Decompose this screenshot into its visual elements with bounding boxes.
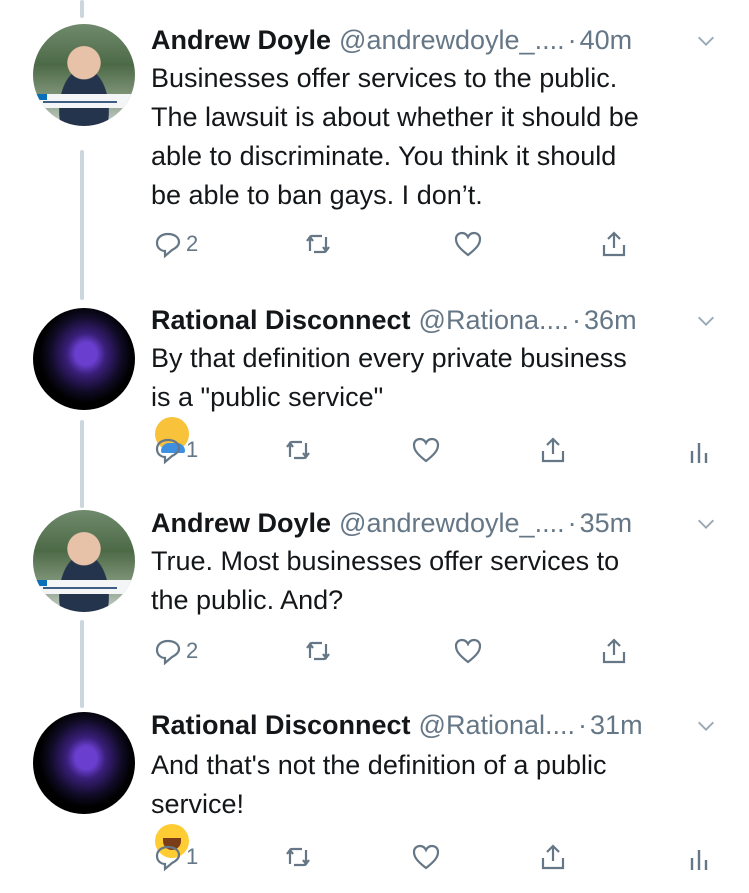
share-icon	[602, 638, 626, 664]
heart-icon	[412, 844, 440, 870]
tweet-text-fragment: service!	[151, 789, 245, 819]
tweet-text-line: And that's not the definition of a publi…	[151, 750, 607, 780]
share-icon	[602, 231, 626, 257]
reply-count: 2	[186, 231, 199, 256]
author-name[interactable]: Rational Disconnect	[151, 705, 411, 745]
tweet-text-line: be able to ban gays. I don’t.	[151, 180, 483, 210]
tweet[interactable]: Andrew Doyle @andrewdoyle_.... · 40m Bus…	[0, 0, 749, 285]
chevron-down-icon[interactable]	[695, 715, 717, 737]
separator-dot: ·	[578, 710, 588, 740]
reply-button[interactable]: 2	[153, 631, 198, 671]
tweet[interactable]: Andrew Doyle @andrewdoyle_.... · 35m Tru…	[0, 490, 749, 690]
share-button[interactable]	[599, 631, 629, 671]
retweet-button[interactable]	[303, 631, 333, 671]
timestamp[interactable]: 36m	[584, 300, 637, 340]
tweet-text-line: By that definition every private busines…	[151, 343, 627, 373]
author-handle[interactable]: @Rational....	[419, 705, 575, 745]
heart-icon	[412, 437, 440, 463]
author-name[interactable]: Andrew Doyle	[151, 503, 331, 543]
tweet-text-line: the public. And?	[151, 585, 344, 615]
reply-button[interactable]: 1	[153, 430, 198, 470]
reply-button[interactable]: 2	[153, 224, 198, 264]
share-button[interactable]	[599, 224, 629, 264]
tweet[interactable]: Rational Disconnect @Rational.... · 31m …	[0, 692, 749, 893]
timestamp[interactable]: 40m	[580, 20, 633, 60]
avatar[interactable]	[33, 712, 135, 814]
author-name[interactable]: Andrew Doyle	[151, 20, 331, 60]
retweet-icon	[286, 847, 310, 867]
share-button[interactable]	[538, 837, 568, 877]
chevron-down-icon[interactable]	[695, 513, 717, 535]
analytics-button[interactable]	[686, 430, 716, 470]
separator-dot: ·	[567, 25, 577, 55]
tweet[interactable]: Rational Disconnect @Rationa.... · 36m B…	[0, 290, 749, 490]
author-handle[interactable]: @andrewdoyle_....	[339, 503, 565, 543]
author-handle[interactable]: @andrewdoyle_....	[339, 20, 565, 60]
reply-icon	[155, 232, 181, 259]
tweet-text-line: able to discriminate. You think it shoul…	[151, 141, 617, 171]
retweet-icon	[306, 641, 330, 661]
retweet-button[interactable]	[283, 837, 313, 877]
timestamp[interactable]: 35m	[580, 503, 633, 543]
chevron-down-icon[interactable]	[695, 30, 717, 52]
tweet-actions: 2	[0, 224, 749, 264]
like-button[interactable]	[453, 224, 483, 264]
analytics-button[interactable]	[686, 837, 716, 877]
chevron-down-icon[interactable]	[695, 310, 717, 332]
tweet-actions: 2	[0, 631, 749, 671]
retweet-button[interactable]	[303, 224, 333, 264]
like-button[interactable]	[453, 631, 483, 671]
like-button[interactable]	[411, 430, 441, 470]
tweet-text: True. Most businesses offer services to …	[151, 542, 619, 620]
reply-icon	[155, 639, 181, 666]
reply-button[interactable]: 1	[153, 837, 198, 877]
avatar[interactable]	[33, 308, 135, 410]
avatar[interactable]	[33, 510, 135, 612]
author-name[interactable]: Rational Disconnect	[151, 300, 411, 340]
tweet-text-line: True. Most businesses offer services to	[151, 546, 620, 576]
author-handle[interactable]: @Rationa....	[419, 300, 569, 340]
analytics-icon	[690, 443, 708, 463]
heart-icon	[454, 231, 482, 257]
reply-count: 2	[186, 638, 199, 663]
reply-icon	[155, 438, 181, 465]
like-button[interactable]	[411, 837, 441, 877]
separator-dot: ·	[567, 508, 577, 538]
tweet-actions: 1	[0, 430, 749, 470]
tweet-text-line: Businesses offer services to the public.	[151, 63, 618, 93]
share-icon	[541, 437, 565, 463]
tweet-actions: 1	[0, 837, 749, 877]
retweet-button[interactable]	[283, 430, 313, 470]
avatar[interactable]	[33, 24, 135, 126]
separator-dot: ·	[572, 305, 582, 335]
reply-icon	[155, 845, 181, 872]
reply-count: 1	[186, 844, 199, 869]
tweet-text-line: The lawsuit is about whether it should b…	[151, 102, 639, 132]
timestamp[interactable]: 31m	[590, 705, 643, 745]
tweet-text: Businesses offer services to the public.…	[151, 59, 639, 215]
share-icon	[541, 844, 565, 870]
retweet-icon	[306, 234, 330, 254]
heart-icon	[454, 638, 482, 664]
reply-count: 1	[186, 437, 199, 462]
share-button[interactable]	[538, 430, 568, 470]
retweet-icon	[286, 440, 310, 460]
tweet-text-fragment: is a "public service"	[151, 382, 384, 412]
analytics-icon	[690, 850, 708, 870]
